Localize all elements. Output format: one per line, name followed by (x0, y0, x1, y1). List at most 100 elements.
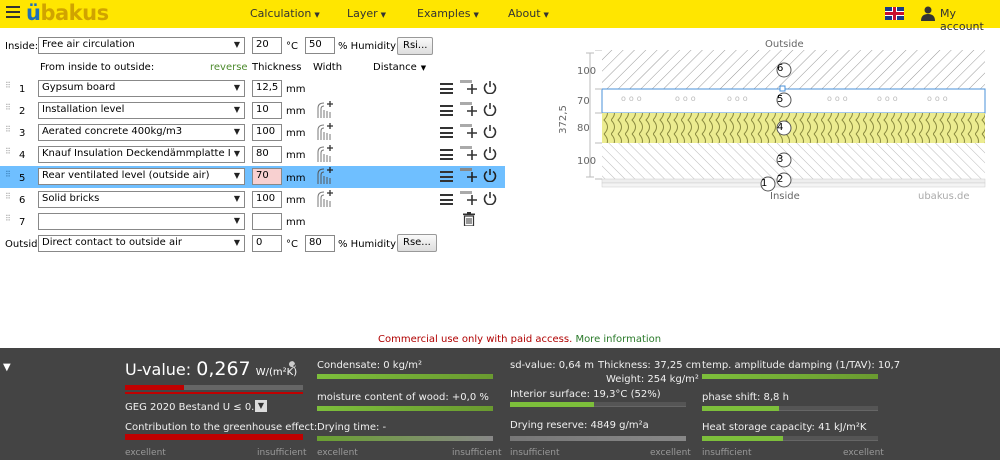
reverse-link[interactable]: reverse (210, 62, 248, 73)
layer-menu-icon[interactable] (440, 149, 453, 160)
power-toggle-icon[interactable] (483, 124, 497, 138)
layer-thickness-input[interactable]: 70 (252, 168, 282, 185)
marker-1[interactable]: 1 (761, 178, 767, 189)
width-header: Width (313, 62, 343, 73)
marker-4[interactable]: 4 (777, 122, 783, 133)
collapse-toggle-icon[interactable]: ▼ (3, 362, 11, 373)
layer-material-select[interactable]: Installation level ▼ (38, 102, 245, 119)
trash-icon[interactable] (463, 212, 475, 226)
drag-handle-icon[interactable]: ⠿ (5, 104, 11, 114)
drag-handle-icon[interactable]: ⠿ (5, 148, 11, 158)
outside-temp-input[interactable]: 0 (252, 235, 282, 252)
layer-material-select[interactable]: Aerated concrete 400kg/m3 ▼ (38, 124, 245, 141)
power-toggle-icon[interactable] (483, 102, 497, 116)
layer-material-select[interactable]: Rear ventilated level (outside air) ▼ (38, 168, 245, 185)
nav-layer[interactable]: Layer ▼ (347, 7, 386, 20)
drag-handle-icon[interactable]: ⠿ (5, 126, 11, 136)
insufficient-label: insufficient (452, 448, 502, 458)
outside-condition-select[interactable]: Direct contact to outside air ▼ (38, 235, 245, 252)
layer-thickness-input[interactable]: 100 (252, 191, 282, 208)
u-value-limit-line (125, 392, 303, 394)
power-toggle-icon[interactable] (483, 80, 497, 94)
more-info-link[interactable]: More information (575, 334, 661, 345)
logo[interactable]: übakus (26, 1, 109, 25)
my-account-link[interactable]: My account (940, 7, 1000, 33)
diagram-outside-label: Outside (765, 39, 804, 50)
layer-thickness-input[interactable]: 10 (252, 102, 282, 119)
layer-number: 5 (19, 173, 26, 184)
excellent-label: excellent (843, 448, 884, 458)
layer-menu-icon[interactable] (440, 171, 453, 182)
watermark: ubakus.de (918, 191, 970, 202)
wood-grain-icon[interactable] (316, 189, 334, 207)
greenhouse-label: Contribution to the greenhouse effect: (125, 422, 318, 433)
distance-header[interactable]: Distance ▼ (373, 62, 426, 73)
condensate-label: Condensate: 0 kg/m² (317, 360, 423, 371)
drag-handle-icon[interactable]: ⠿ (5, 171, 11, 181)
weight-label: Weight: 254 kg/m² (606, 374, 699, 385)
thickness-unit: mm (286, 195, 306, 206)
wood-grain-icon[interactable] (316, 144, 334, 162)
power-toggle-icon[interactable] (483, 191, 497, 205)
add-layer-icon[interactable] (460, 80, 478, 94)
heat-storage-bar (702, 436, 878, 441)
dimension-label: 100 (577, 156, 597, 167)
add-layer-icon[interactable] (460, 124, 478, 138)
layer-menu-icon[interactable] (440, 105, 453, 116)
drag-handle-icon[interactable]: ⠿ (5, 215, 11, 225)
layer-menu-icon[interactable] (440, 83, 453, 94)
layer-material-select[interactable]: Gypsum board ▼ (38, 80, 245, 97)
hamburger-menu-icon[interactable] (6, 6, 20, 20)
layer-material-select[interactable]: Knauf Insulation Deckendämmplatte I ▼ (38, 146, 245, 163)
power-toggle-icon[interactable] (483, 146, 497, 160)
layer-cross-section-diagram (586, 50, 986, 192)
layer-menu-icon[interactable] (440, 194, 453, 205)
marker-6[interactable]: 6 (777, 63, 783, 74)
add-layer-icon[interactable] (460, 191, 478, 205)
layer-thickness-input[interactable] (252, 213, 282, 230)
inside-condition-select[interactable]: Free air circulation ▼ (38, 37, 245, 54)
marker-2[interactable]: 2 (777, 174, 783, 185)
commercial-notice: Commercial use only with paid access. Mo… (378, 334, 662, 345)
wood-grain-icon[interactable] (316, 166, 334, 184)
nav-examples[interactable]: Examples ▼ (417, 7, 479, 20)
wrench-icon[interactable] (285, 361, 299, 375)
layer-thickness-input[interactable]: 12,5 (252, 80, 282, 97)
phase-shift-label: phase shift: 8,8 h (702, 392, 789, 403)
power-toggle-icon[interactable] (483, 168, 497, 182)
inside-label: Inside: (5, 41, 39, 52)
wood-grain-icon[interactable] (316, 122, 334, 140)
drag-handle-icon[interactable]: ⠿ (5, 82, 11, 92)
dropdown-arrow-icon: ▼ (233, 40, 240, 49)
user-icon[interactable] (921, 6, 935, 21)
uk-flag-icon[interactable] (885, 7, 904, 20)
nav-calculation[interactable]: Calculation ▼ (250, 7, 320, 20)
layer-material-select[interactable]: ▼ (38, 213, 245, 230)
layer-thickness-input[interactable]: 80 (252, 146, 282, 163)
inside-humidity-input[interactable]: 50 (305, 37, 335, 54)
rse-button[interactable]: Rse... (397, 234, 437, 252)
wood-grain-icon[interactable] (316, 100, 334, 118)
caret-down-icon: ▼ (380, 11, 387, 19)
top-bar: übakus Calculation ▼ Layer ▼ Examples ▼ Abo… (0, 0, 1000, 33)
add-layer-icon[interactable] (460, 102, 478, 116)
interior-surface-bar (510, 402, 686, 407)
rsi-button[interactable]: Rsi... (397, 37, 434, 55)
standard-dropdown-icon[interactable]: ▼ (255, 400, 267, 412)
marker-3[interactable]: 3 (777, 154, 783, 165)
marker-5[interactable]: 5 (777, 94, 783, 105)
excellent-label: excellent (125, 448, 166, 458)
add-layer-icon[interactable] (460, 168, 478, 182)
dimension-label: 80 (577, 123, 590, 134)
thickness-unit: mm (286, 106, 306, 117)
layer-thickness-input[interactable]: 100 (252, 124, 282, 141)
outside-humidity-input[interactable]: 80 (305, 235, 335, 252)
results-panel: ▼ U-value: 0,267 W/(m²K) GEG 2020 Bestan… (0, 348, 1000, 460)
drag-handle-icon[interactable]: ⠿ (5, 193, 11, 203)
add-layer-icon[interactable] (460, 146, 478, 160)
layer-number: 4 (19, 150, 26, 161)
layer-material-select[interactable]: Solid bricks ▼ (38, 191, 245, 208)
layer-menu-icon[interactable] (440, 127, 453, 138)
nav-about[interactable]: About ▼ (508, 7, 549, 20)
inside-temp-input[interactable]: 20 (252, 37, 282, 54)
